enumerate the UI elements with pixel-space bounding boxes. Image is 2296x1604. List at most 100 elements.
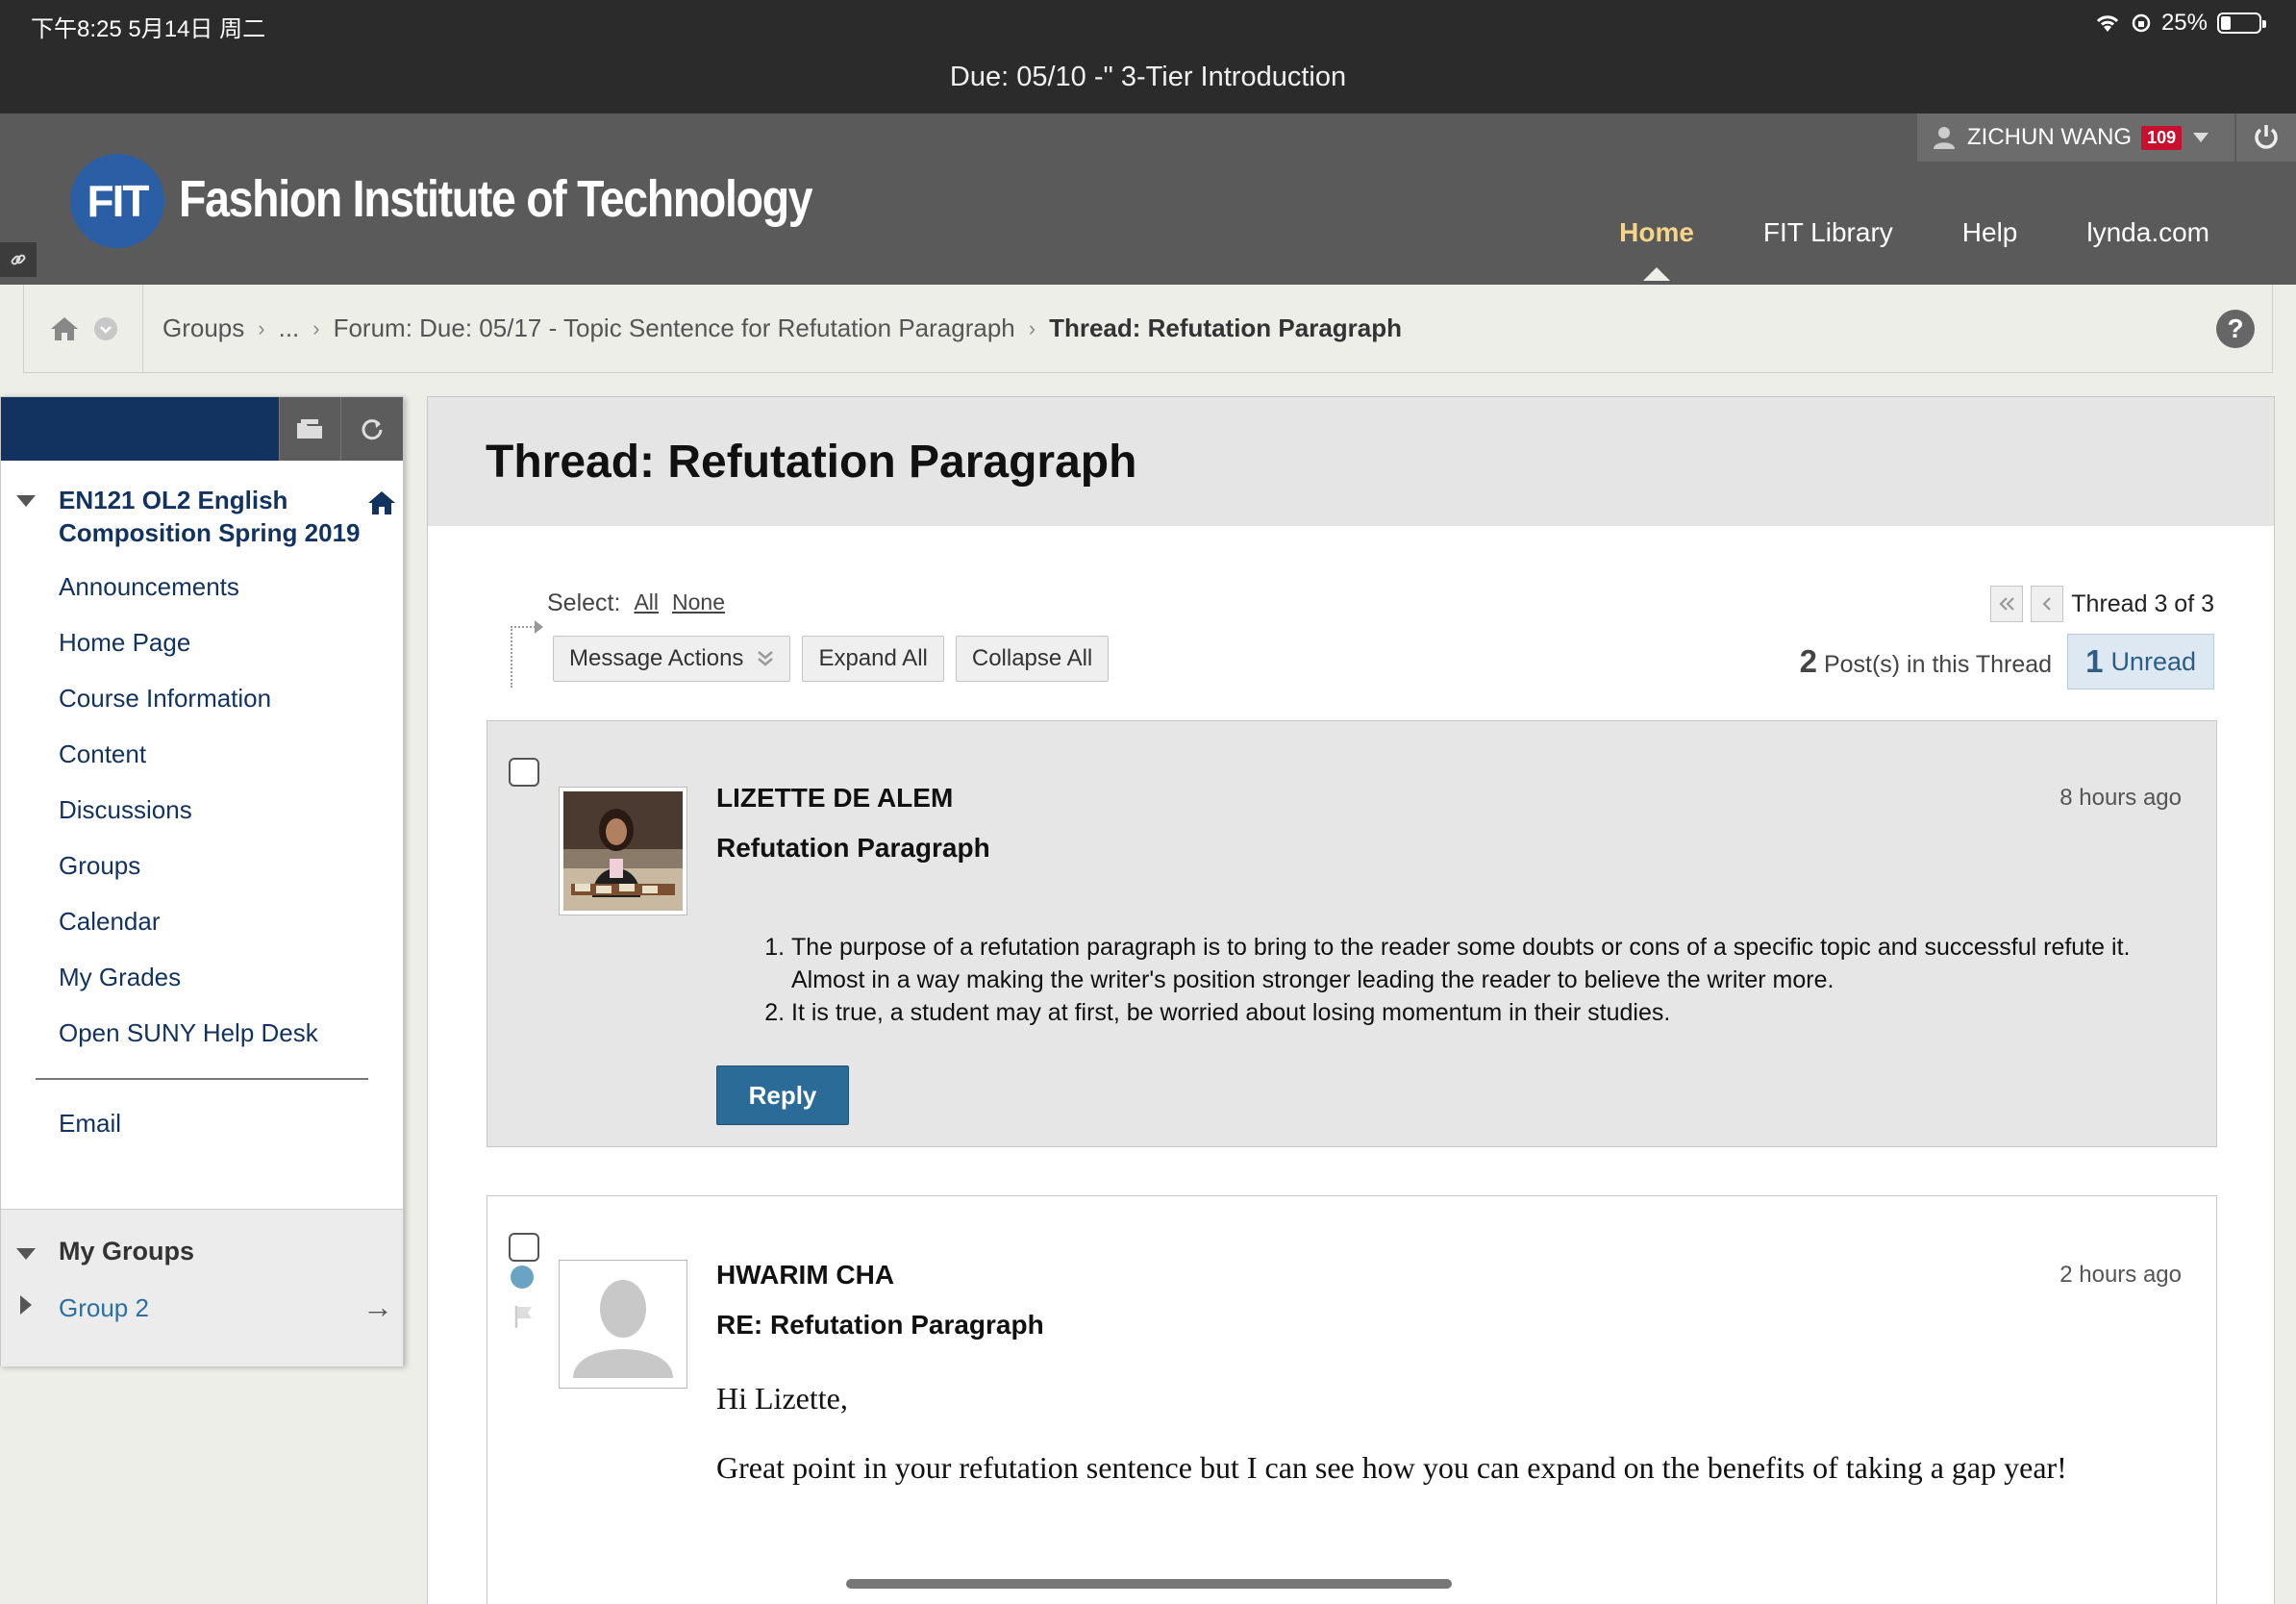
wifi-icon: [2096, 15, 2119, 32]
first-thread-button[interactable]: [1990, 586, 2024, 622]
course-title[interactable]: EN121 OL2 English Composition Spring 201…: [59, 486, 361, 547]
post-count-number: 2: [1799, 643, 1817, 679]
collapse-triangle-icon[interactable]: [16, 495, 36, 507]
arrow-right-icon[interactable]: →: [362, 1290, 393, 1325]
menu-email[interactable]: Email: [1, 1095, 403, 1151]
post-subject[interactable]: RE: Refutation Paragraph: [716, 1310, 1044, 1341]
post-author[interactable]: LIZETTE DE ALEM: [716, 783, 953, 814]
logout-button[interactable]: [2236, 113, 2296, 162]
breadcrumb-trail: Groups › ... › Forum: Due: 05/17 - Topic…: [143, 313, 1402, 343]
avatar: [559, 787, 687, 915]
post-body-list: The purpose of a refutation paragraph is…: [755, 931, 2139, 1029]
my-groups-label: My Groups: [59, 1237, 195, 1266]
post-subject[interactable]: Refutation Paragraph: [716, 833, 990, 864]
chevron-left-icon: [2042, 597, 2052, 611]
flag-icon[interactable]: [512, 1304, 536, 1329]
post-card[interactable]: LIZETTE DE ALEM 8 hours ago Refutation P…: [487, 720, 2217, 1147]
menu-open-suny-help-desk[interactable]: Open SUNY Help Desk: [59, 1005, 403, 1061]
fit-logo-text[interactable]: Fashion Institute of Technology: [179, 169, 813, 229]
post-text: Great point in your refutation sentence …: [716, 1450, 2067, 1485]
select-none-link[interactable]: None: [672, 589, 725, 617]
post-count-row: 2 Post(s) in this Thread 1 Unread: [1800, 634, 2214, 689]
group-item[interactable]: Group 2 →: [1, 1290, 403, 1325]
breadcrumb-separator: ›: [312, 315, 320, 340]
user-name: ZICHUN WANG: [1967, 124, 2133, 150]
nav-lynda[interactable]: lynda.com: [2086, 217, 2209, 248]
battery-percent: 25%: [2160, 10, 2208, 36]
post-body-item: It is true, a student may at first, be w…: [791, 996, 2139, 1029]
breadcrumb: Groups › ... › Forum: Due: 05/17 - Topic…: [23, 285, 2273, 373]
action-buttons: Message Actions Expand All Collapse All: [553, 636, 1110, 682]
group-item-label[interactable]: Group 2: [59, 1293, 149, 1322]
status-time: 下午8:25 5月14日 周二: [31, 16, 266, 42]
message-actions-button[interactable]: Message Actions: [553, 636, 791, 682]
scroll-indicator[interactable]: [846, 1579, 1452, 1589]
menu-home-page[interactable]: Home Page: [59, 614, 403, 670]
breadcrumb-groups[interactable]: Groups: [162, 313, 244, 343]
menu-discussions[interactable]: Discussions: [59, 782, 403, 838]
course-menu-list: Announcements Home Page Course Informati…: [1, 549, 403, 1061]
course-menu-header: [1, 397, 279, 461]
select-all-link[interactable]: All: [634, 589, 659, 617]
select-row: Select: All None: [547, 589, 725, 617]
folder-icon: [297, 419, 323, 439]
nav-help[interactable]: Help: [1962, 217, 2018, 248]
post-checkbox[interactable]: [509, 758, 539, 787]
collapse-all-button[interactable]: Collapse All: [955, 636, 1110, 682]
thread-navigation: Thread 3 of 3: [1990, 586, 2214, 622]
nav-fit-library[interactable]: FIT Library: [1763, 217, 1893, 248]
menu-announcements[interactable]: Announcements: [59, 559, 403, 614]
thread-content: Thread: Refutation Paragraph Select: All…: [427, 396, 2275, 1604]
expand-all-button[interactable]: Expand All: [802, 636, 944, 682]
chevron-down-icon: [2193, 133, 2209, 142]
post-author[interactable]: HWARIM CHA: [716, 1260, 894, 1291]
folder-view-button[interactable]: [278, 397, 341, 461]
course-menu-toolbar: [1, 397, 403, 461]
menu-calendar[interactable]: Calendar: [59, 893, 403, 949]
help-button[interactable]: ?: [2216, 310, 2255, 348]
fit-logo-mark[interactable]: FIT: [70, 154, 164, 248]
menu-divider: [36, 1078, 368, 1080]
my-groups-panel: My Groups Group 2 →: [1, 1209, 403, 1366]
menu-content[interactable]: Content: [59, 726, 403, 782]
expand-triangle-icon[interactable]: [20, 1295, 32, 1315]
user-menu-button[interactable]: ZICHUN WANG 109: [1917, 113, 2234, 162]
breadcrumb-ellipsis[interactable]: ...: [279, 313, 300, 343]
nav-home[interactable]: Home: [1619, 217, 1694, 281]
unread-label: Unread: [2110, 646, 2196, 676]
power-icon: [2255, 125, 2278, 149]
menu-course-information[interactable]: Course Information: [59, 670, 403, 726]
unread-indicator-icon[interactable]: [511, 1266, 534, 1289]
post-greeting: Hi Lizette,: [716, 1381, 848, 1416]
menu-groups[interactable]: Groups: [59, 838, 403, 893]
chevron-down-circle-icon: [93, 316, 117, 340]
post-body: Hi Lizette, Great point in your refutati…: [716, 1379, 2130, 1517]
post-card[interactable]: HWARIM CHA 2 hours ago RE: Refutation Pa…: [487, 1195, 2217, 1604]
site-header: FIT Fashion Institute of Technology ZICH…: [0, 113, 2296, 285]
refresh-button[interactable]: [340, 397, 403, 461]
unread-filter-button[interactable]: 1 Unread: [2067, 634, 2214, 689]
previous-thread-button[interactable]: [2031, 586, 2064, 622]
post-count: 2 Post(s) in this Thread: [1800, 643, 2052, 680]
menu-my-grades[interactable]: My Grades: [59, 949, 403, 1005]
author-photo: [563, 791, 683, 911]
breadcrumb-current: Thread: Refutation Paragraph: [1049, 313, 1403, 342]
collapse-triangle-icon: [16, 1248, 36, 1260]
quick-links-button[interactable]: [0, 242, 37, 277]
double-chevron-down-icon: [758, 651, 774, 666]
notification-badge: 109: [2141, 125, 2183, 150]
reply-button[interactable]: Reply: [716, 1065, 849, 1125]
course-home-icon[interactable]: [366, 489, 397, 516]
thread-position: Thread 3 of 3: [2071, 589, 2214, 617]
breadcrumb-forum[interactable]: Forum: Due: 05/17 - Topic Sentence for R…: [334, 313, 1015, 343]
message-actions-label: Message Actions: [569, 645, 744, 671]
breadcrumb-separator: ›: [258, 315, 265, 340]
breadcrumb-home[interactable]: [24, 285, 143, 372]
my-groups-title[interactable]: My Groups: [1, 1210, 403, 1266]
course-title-row: EN121 OL2 English Composition Spring 201…: [1, 461, 403, 549]
battery-level: [2221, 16, 2231, 30]
thread-title: Thread: Refutation Paragraph: [486, 436, 1137, 488]
home-icon: [50, 316, 78, 340]
post-checkbox[interactable]: [509, 1233, 539, 1262]
refresh-icon: [362, 419, 383, 440]
